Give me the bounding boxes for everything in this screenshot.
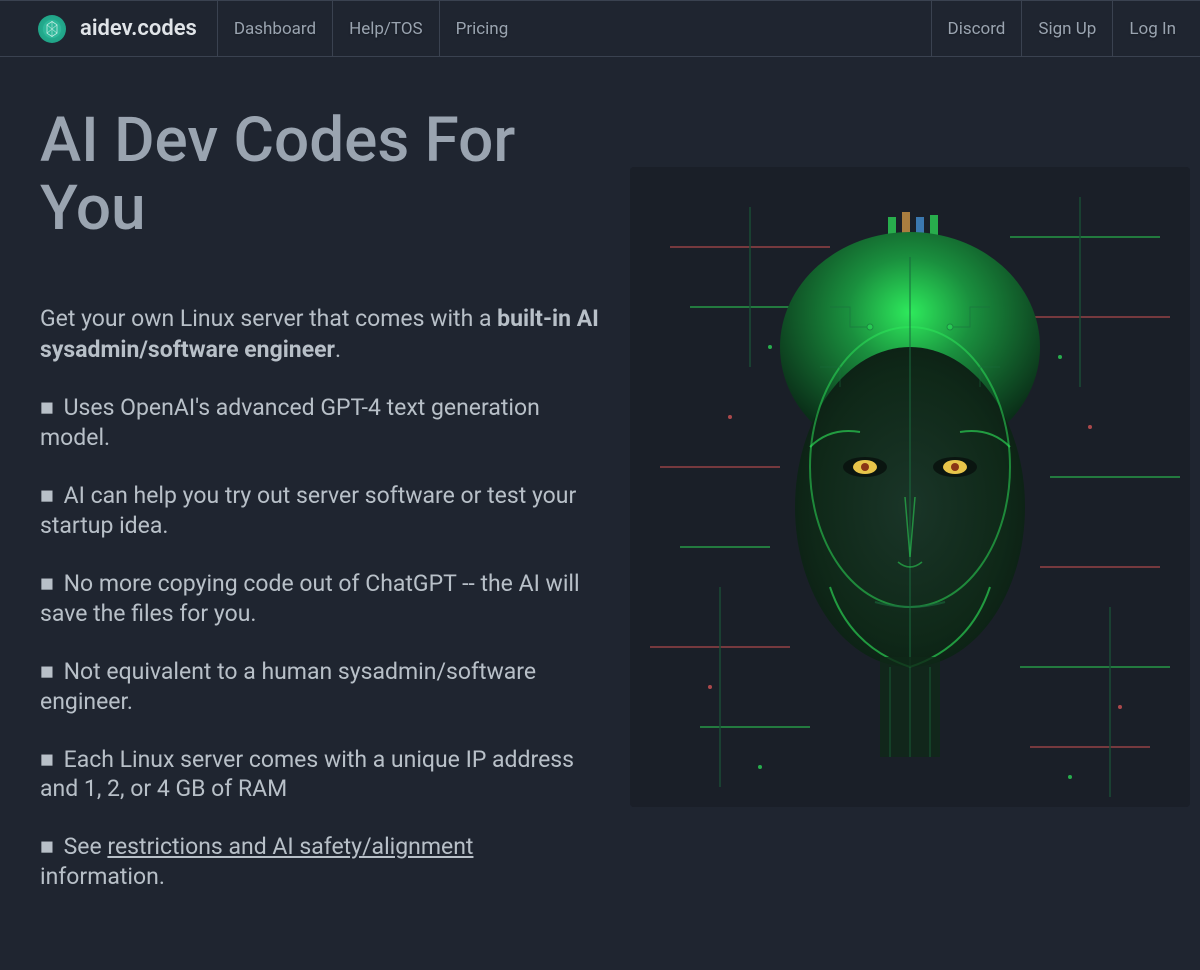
bullet-mark-icon: ■ [40,569,54,599]
bullet-text: AI can help you try out server software … [40,482,576,539]
right-column [630,107,1190,920]
nav-pricing[interactable]: Pricing [439,1,525,56]
brand-name: aidev.codes [80,16,197,41]
bullet-mark-icon: ■ [40,393,54,423]
brand[interactable]: aidev.codes [0,15,217,43]
intro-suffix: . [335,336,341,363]
nav-discord[interactable]: Discord [931,1,1022,56]
nav-dashboard[interactable]: Dashboard [217,1,332,56]
bullet-mark-icon: ■ [40,481,54,511]
bullet-item: ■ Each Linux server comes with a unique … [40,745,600,805]
bullet-mark-icon: ■ [40,657,54,687]
bullet-item: ■ Uses OpenAI's advanced GPT-4 text gene… [40,393,600,453]
page-title: AI Dev Codes For You [40,107,600,243]
bullet-item: ■ Not equivalent to a human sysadmin/sof… [40,657,600,717]
intro-text: Get your own Linux server that comes wit… [40,303,600,365]
bullet-text: Uses OpenAI's advanced GPT-4 text genera… [40,394,540,451]
logo-icon [38,15,66,43]
navbar: aidev.codes Dashboard Help/TOS Pricing D… [0,0,1200,57]
bullet-item: ■ AI can help you try out server softwar… [40,481,600,541]
intro-prefix: Get your own Linux server that comes wit… [40,305,497,332]
bullet-text: Not equivalent to a human sysadmin/softw… [40,658,536,715]
hero-image [630,167,1190,807]
left-column: AI Dev Codes For You Get your own Linux … [40,107,600,920]
safety-link[interactable]: restrictions and AI safety/alignment [107,833,473,860]
bullet-mark-icon: ■ [40,832,54,862]
nav-help-tos[interactable]: Help/TOS [332,1,439,56]
bullet-text-suffix: information. [40,863,165,890]
bullet-text-prefix: See [64,833,108,860]
nav-links-right: Discord Sign Up Log In [931,1,1200,56]
nav-links-left: Dashboard Help/TOS Pricing [217,1,524,56]
nav-log-in[interactable]: Log In [1112,1,1200,56]
bullet-text: No more copying code out of ChatGPT -- t… [40,570,580,627]
bullet-mark-icon: ■ [40,745,54,775]
nav-sign-up[interactable]: Sign Up [1021,1,1112,56]
bullet-item: ■ No more copying code out of ChatGPT --… [40,569,600,629]
bullet-item: ■ See restrictions and AI safety/alignme… [40,832,600,892]
bullet-text: Each Linux server comes with a unique IP… [40,746,574,803]
content: AI Dev Codes For You Get your own Linux … [0,57,1200,970]
